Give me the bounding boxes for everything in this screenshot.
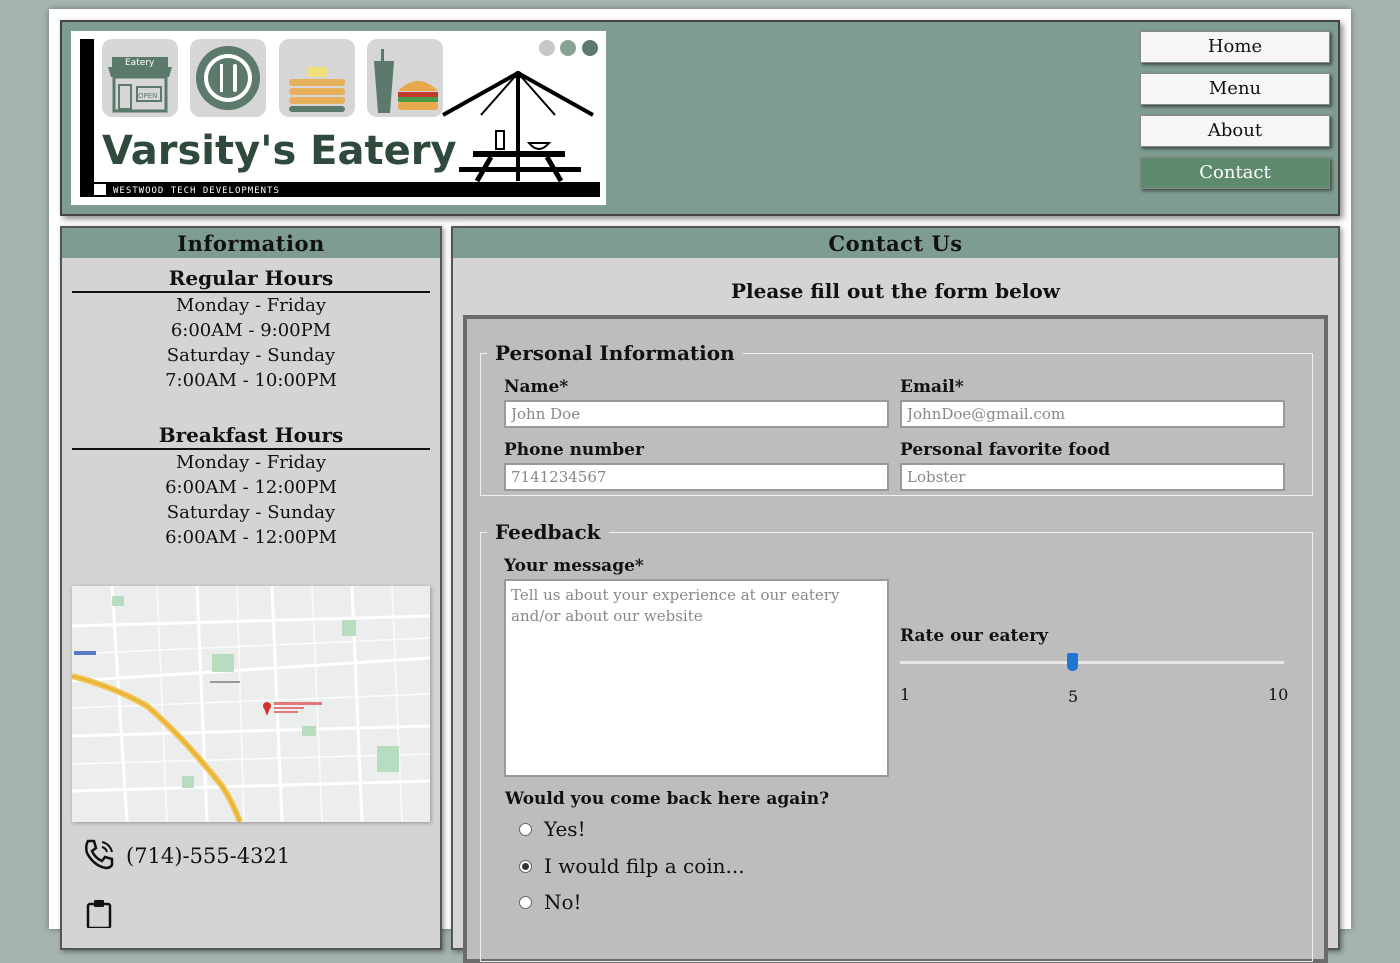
name-input[interactable] — [504, 400, 889, 428]
regular-hours: Regular Hours Monday - Friday 6:00AM - 9… — [72, 266, 430, 393]
message-label: Your message* — [504, 556, 644, 576]
rate-max-label: 10 — [1268, 685, 1289, 704]
brand-name-text: Varsity's Eatery — [102, 128, 457, 174]
contact-form: Personal Information Name* Email* Phone … — [463, 315, 1328, 963]
breakfast-weekday-hours: 6:00AM - 12:00PM — [165, 477, 337, 498]
rate-slider-thumb[interactable] — [1067, 653, 1078, 671]
rate-label: Rate our eatery — [900, 626, 1049, 646]
regular-weekend-hours: 7:00AM - 10:00PM — [165, 370, 337, 391]
phone-input[interactable] — [504, 463, 889, 491]
map-graphic — [72, 586, 430, 822]
personal-info-legend: Personal Information — [495, 341, 735, 365]
return-question: Would you come back here again? — [505, 789, 830, 809]
name-label: Name* — [504, 377, 569, 397]
radio-yes[interactable] — [519, 822, 532, 836]
rate-min-label: 1 — [900, 685, 911, 704]
radio-maybe[interactable] — [519, 859, 532, 873]
contact-subtitle: Please fill out the form below — [731, 279, 1060, 303]
feedback-legend: Feedback — [495, 520, 601, 544]
information-panel: Information Regular Hours Monday - Frida… — [60, 226, 442, 950]
nav-home-button[interactable]: Home — [1140, 31, 1330, 63]
email-input[interactable] — [900, 400, 1285, 428]
nav-about-button[interactable]: About — [1140, 115, 1330, 147]
rate-mid-label: 5 — [1068, 687, 1079, 706]
main-nav: Home Menu About Contact — [1140, 31, 1330, 199]
phone-contact: (714)-555-4321 — [82, 836, 290, 876]
breakfast-hours: Breakfast Hours Monday - Friday 6:00AM -… — [72, 423, 430, 550]
tagline-text: WESTWOOD TECH DEVELOPMENTS — [113, 186, 280, 196]
regular-hours-heading: Regular Hours — [72, 266, 430, 293]
clipboard-icon — [84, 898, 114, 932]
phone-label: Phone number — [504, 440, 644, 460]
message-textarea[interactable] — [504, 579, 889, 777]
return-option-maybe[interactable]: I would filp a coin... — [519, 854, 745, 878]
return-option-no-label: No! — [544, 890, 582, 914]
contact-panel: Contact Us Please fill out the form belo… — [451, 226, 1340, 963]
page-container: Eatery OPEN Varsity's Eatery WESTWOOD TE… — [49, 9, 1351, 963]
site-header: Eatery OPEN Varsity's Eatery WESTWOOD TE… — [60, 20, 1340, 216]
site-logo[interactable]: Eatery OPEN Varsity's Eatery WESTWOOD TE… — [71, 31, 606, 205]
return-option-no[interactable]: No! — [519, 890, 582, 914]
return-option-maybe-label: I would filp a coin... — [544, 854, 745, 878]
logo-graphic: Eatery OPEN Varsity's Eatery WESTWOOD TE… — [80, 39, 600, 197]
information-title: Information — [62, 228, 440, 258]
regular-weekday-label: Monday - Friday — [175, 295, 327, 316]
favorite-food-label: Personal favorite food — [900, 440, 1111, 460]
store-door-text: OPEN — [138, 92, 157, 100]
regular-weekday-hours: 6:00AM - 9:00PM — [170, 320, 332, 341]
rate-slider-track[interactable] — [900, 661, 1284, 664]
nav-contact-button[interactable]: Contact — [1140, 157, 1330, 189]
contact-title: Contact Us — [453, 228, 1338, 258]
breakfast-weekday-label: Monday - Friday — [175, 452, 327, 473]
store-sign-text: Eatery — [125, 58, 155, 68]
return-option-yes-label: Yes! — [544, 817, 586, 841]
regular-weekend-label: Saturday - Sunday — [166, 345, 336, 366]
email-label: Email* — [900, 377, 964, 397]
phone-number[interactable]: (714)-555-4321 — [126, 844, 290, 868]
return-option-yes[interactable]: Yes! — [519, 817, 586, 841]
breakfast-hours-heading: Breakfast Hours — [72, 423, 430, 450]
phone-icon — [82, 837, 116, 875]
radio-no[interactable] — [519, 895, 532, 909]
breakfast-weekend-label: Saturday - Sunday — [166, 502, 336, 523]
favorite-food-input[interactable] — [900, 463, 1285, 491]
location-map[interactable] — [72, 586, 430, 822]
breakfast-weekend-hours: 6:00AM - 12:00PM — [165, 527, 337, 548]
nav-menu-button[interactable]: Menu — [1140, 73, 1330, 105]
